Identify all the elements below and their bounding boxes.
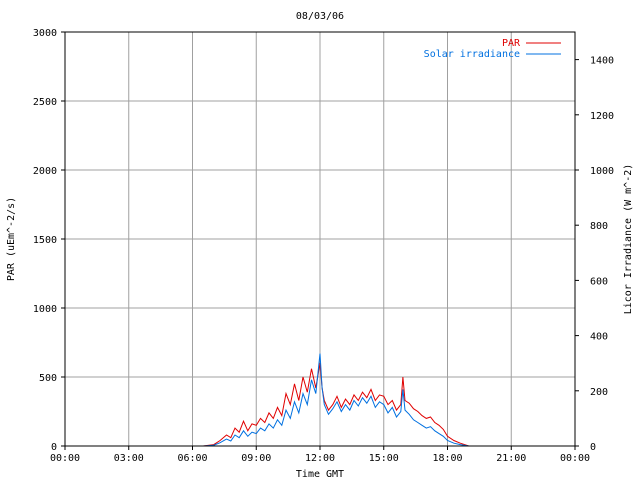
- x-tick-label: 21:00: [496, 453, 526, 464]
- chart: 00:00 03:00 06:00 09:00 12:00 15:00 18:00 21:00…: [6, 11, 634, 480]
- y-tick-label: 500: [39, 373, 57, 384]
- x-tick-label: 03:00: [114, 453, 144, 464]
- x-tick-label: 09:00: [241, 453, 271, 464]
- y-axis-ticks: 0 500 1000 1500 2000 2500 3000: [33, 28, 65, 453]
- x-tick-label: 06:00: [177, 453, 207, 464]
- y2-tick-label: 200: [590, 387, 608, 398]
- y-tick-label: 1000: [33, 304, 57, 315]
- y2-tick-label: 1000: [590, 166, 614, 177]
- x-axis-ticks: 00:00 03:00 06:00 09:00 12:00 15:00 18:00 21:00…: [50, 446, 590, 464]
- y2-axis-ticks: 0 200 400 600 800 1000 1200 1400: [575, 56, 614, 453]
- y2-tick-label: 400: [590, 332, 608, 343]
- legend: PAR Solar irradiance: [424, 38, 561, 60]
- y-tick-label: 2500: [33, 97, 57, 108]
- y2-tick-label: 800: [590, 221, 608, 232]
- y2-tick-label: 0: [590, 442, 596, 453]
- x-tick-label: 00:00: [50, 453, 80, 464]
- y-tick-label: 2000: [33, 166, 57, 177]
- y-tick-label: 3000: [33, 28, 57, 39]
- legend-label-par: PAR: [502, 38, 521, 49]
- y2-tick-label: 1400: [590, 56, 614, 67]
- x-tick-label: 15:00: [369, 453, 399, 464]
- y2-tick-label: 600: [590, 276, 608, 287]
- y-tick-label: 0: [51, 442, 57, 453]
- y-tick-label: 1500: [33, 235, 57, 246]
- chart-title: 08/03/06: [296, 11, 344, 22]
- x-axis-label: Time GMT: [296, 469, 344, 480]
- x-tick-label: 18:00: [432, 453, 462, 464]
- legend-label-solar-irradiance: Solar irradiance: [424, 49, 520, 60]
- grid-lines: [65, 32, 575, 446]
- y2-tick-label: 1200: [590, 111, 614, 122]
- x-tick-label: 12:00: [305, 453, 335, 464]
- x-tick-label: 00:00: [560, 453, 590, 464]
- y2-axis-label: Licor Irradiance (W m^-2): [623, 164, 634, 315]
- y-axis-label: PAR (uEm^-2/s): [6, 197, 17, 281]
